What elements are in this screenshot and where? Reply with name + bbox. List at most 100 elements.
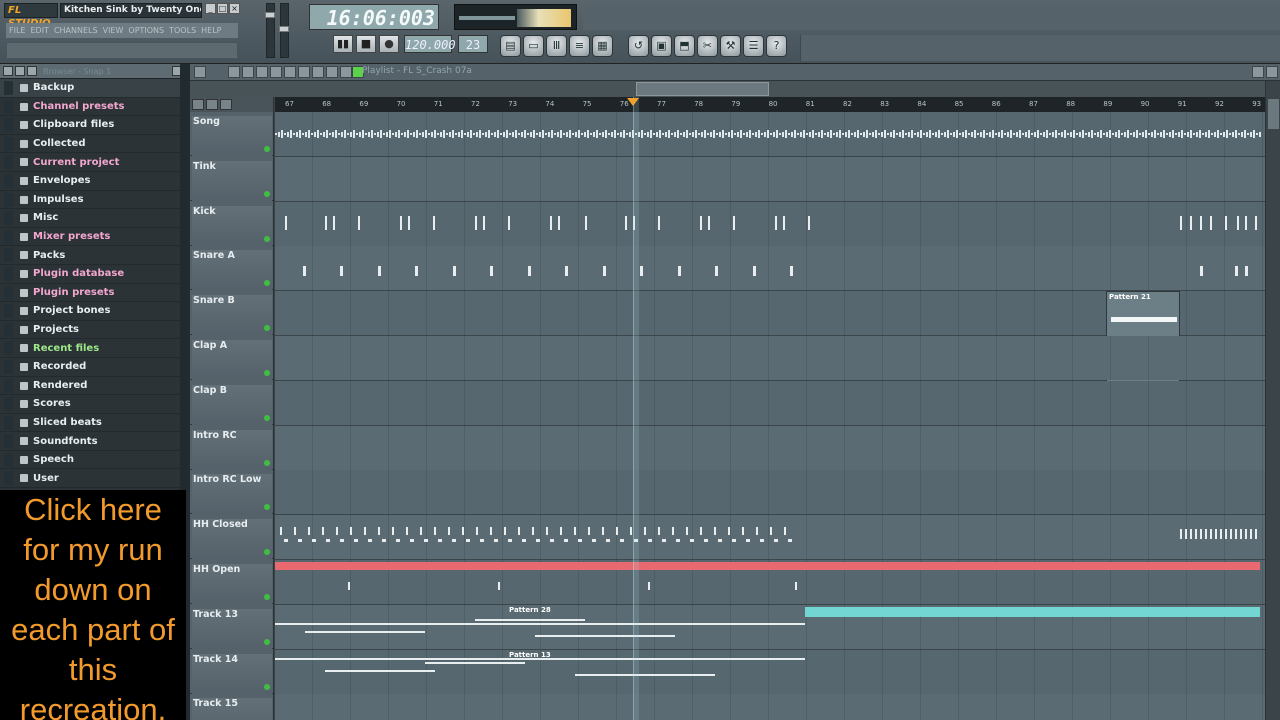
track-row[interactable]: HH Open — [190, 560, 1265, 604]
track-name[interactable]: Kick — [192, 205, 272, 246]
menu-file[interactable]: FILE — [9, 23, 25, 38]
browser-item[interactable]: Projects — [0, 321, 186, 340]
maximize-button[interactable]: □ — [217, 3, 228, 14]
export-icon[interactable]: ⬒ — [674, 35, 695, 57]
track-row[interactable]: Tink — [190, 156, 1265, 201]
track-name[interactable]: Intro RC Low — [192, 474, 272, 515]
track-name[interactable]: Intro RC — [192, 429, 272, 470]
browser-collapse-icon[interactable] — [3, 66, 13, 76]
browser-forward-icon[interactable] — [27, 66, 37, 76]
playback-tool-icon[interactable] — [340, 66, 352, 78]
browser-item[interactable]: Mixer presets — [0, 228, 186, 247]
minimize-button[interactable]: _ — [205, 3, 216, 14]
track-lane[interactable] — [275, 515, 1265, 560]
track-lane[interactable] — [275, 246, 1265, 291]
track-lane[interactable] — [275, 470, 1265, 515]
track-row[interactable]: Snare BPattern 213. Carbic spline - C... — [190, 291, 1265, 424]
vertical-scroll-thumb[interactable] — [1268, 99, 1279, 129]
mixer-icon[interactable]: ≡ — [569, 35, 590, 57]
piano-roll-icon[interactable]: ▭ — [523, 35, 544, 57]
track-mute-led[interactable] — [264, 235, 270, 242]
track-lane[interactable] — [275, 156, 1265, 201]
track-name[interactable]: Tink — [192, 160, 272, 201]
playhead-marker[interactable] — [627, 98, 639, 106]
track-name[interactable]: Snare B — [192, 295, 272, 336]
playlist-close-icon[interactable] — [1266, 66, 1278, 78]
browser-item[interactable]: Collected — [0, 135, 186, 154]
track-row[interactable]: Clap B — [190, 380, 1265, 425]
master-pitch-slider[interactable] — [279, 3, 289, 58]
menu-edit[interactable]: EDIT — [30, 23, 48, 38]
browser-item[interactable]: Plugin presets — [0, 284, 186, 303]
record-button[interactable]: ● — [379, 35, 399, 53]
track-clip-icon[interactable] — [220, 99, 232, 110]
track-mute-led[interactable] — [264, 683, 270, 690]
track-row[interactable]: Song — [190, 112, 1265, 156]
delete-tool-icon[interactable] — [256, 66, 268, 78]
playlist-vertical-scrollbar[interactable] — [1265, 81, 1280, 720]
menu-options[interactable]: OPTIONS — [128, 23, 164, 38]
track-lane[interactable] — [275, 201, 1265, 246]
track-view-icon[interactable] — [192, 99, 204, 110]
browser-item[interactable]: Impulses — [0, 191, 186, 210]
track-row[interactable]: Snare A — [190, 246, 1265, 291]
track-lane[interactable]: Pattern 213. Carbic spline - C... — [275, 291, 1265, 424]
track-row[interactable]: Track 14 Pattern 13 — [190, 649, 1265, 694]
notes-icon[interactable]: ☰ — [743, 35, 764, 57]
browser-item[interactable]: Current project — [0, 153, 186, 172]
select-tool-icon[interactable] — [312, 66, 324, 78]
channel-rack-icon[interactable]: Ⅲ — [546, 35, 567, 57]
track-name[interactable]: Snare A — [192, 250, 272, 291]
track-lane[interactable] — [275, 336, 1265, 380]
browser-item[interactable]: Clipboard files — [0, 116, 186, 135]
browser-item[interactable]: Packs — [0, 246, 186, 265]
draw-tool-icon[interactable] — [228, 66, 240, 78]
slip-tool-icon[interactable] — [284, 66, 296, 78]
track-lane[interactable] — [275, 694, 1265, 720]
track-row[interactable]: Clap A — [190, 336, 1265, 380]
track-group-icon[interactable] — [206, 99, 218, 110]
tools-icon[interactable]: ⚒ — [720, 35, 741, 57]
track-mute-led[interactable] — [264, 146, 270, 152]
track-row[interactable]: Intro RC — [190, 425, 1265, 470]
track-row[interactable]: HH Closed — [190, 515, 1265, 560]
playhead[interactable] — [633, 97, 639, 720]
time-display[interactable]: 16:06:003 — [309, 4, 439, 30]
playlist-horizontal-scrollbar[interactable] — [190, 81, 1280, 97]
pattern-selector[interactable]: 23 — [458, 35, 488, 53]
timeline-ruler[interactable]: 67 68 69 70 71 72 73 74 75 76 77 78 79 80 81 82 83 84 85 86… — [275, 97, 1265, 112]
browser-back-icon[interactable] — [15, 66, 25, 76]
browser-item[interactable]: Speech — [0, 451, 186, 470]
track-row[interactable]: Intro RC Low — [190, 470, 1265, 515]
track-name[interactable]: HH Open — [192, 564, 272, 604]
track-lane[interactable]: Pattern 28 — [275, 604, 1265, 649]
browser-item[interactable]: Sliced beats — [0, 414, 186, 433]
help-icon[interactable]: ? — [766, 35, 787, 57]
browser-item[interactable]: User — [0, 469, 186, 489]
browser-item[interactable]: Recent files — [0, 339, 186, 358]
playlist-maximize-icon[interactable] — [1252, 66, 1264, 78]
save-icon[interactable]: ▣ — [651, 35, 672, 57]
track-name[interactable]: Track 13 — [192, 608, 272, 649]
browser-item[interactable]: Backup — [0, 79, 186, 98]
track-row[interactable]: Track 13 Pattern 28 — [190, 604, 1265, 649]
track-name[interactable]: Clap A — [192, 340, 272, 380]
browser-item[interactable]: Scores — [0, 395, 186, 414]
playlist-menu-icon[interactable] — [194, 66, 206, 78]
cut-icon[interactable]: ✂ — [697, 35, 718, 57]
close-button[interactable]: × — [229, 3, 240, 14]
track-lane[interactable] — [275, 560, 1265, 604]
track-mute-led[interactable] — [264, 370, 270, 376]
browser-item[interactable]: Channel presets — [0, 98, 186, 117]
plugin-picker-icon[interactable]: ▦ — [592, 35, 613, 57]
tempo-display[interactable]: 120.000 — [404, 35, 456, 53]
menu-view[interactable]: VIEW — [103, 23, 124, 38]
stop-button[interactable]: ■ — [356, 35, 376, 53]
browser-item[interactable]: Misc — [0, 209, 186, 228]
browser-item[interactable]: Envelopes — [0, 172, 186, 191]
browser-item[interactable]: Project bones — [0, 302, 186, 321]
menu-tools[interactable]: TOOLS — [169, 23, 196, 38]
track-mute-led[interactable] — [264, 638, 270, 645]
playlist-window-icon[interactable]: ▤ — [500, 35, 521, 57]
track-lane[interactable]: Pattern 13 — [275, 649, 1265, 694]
